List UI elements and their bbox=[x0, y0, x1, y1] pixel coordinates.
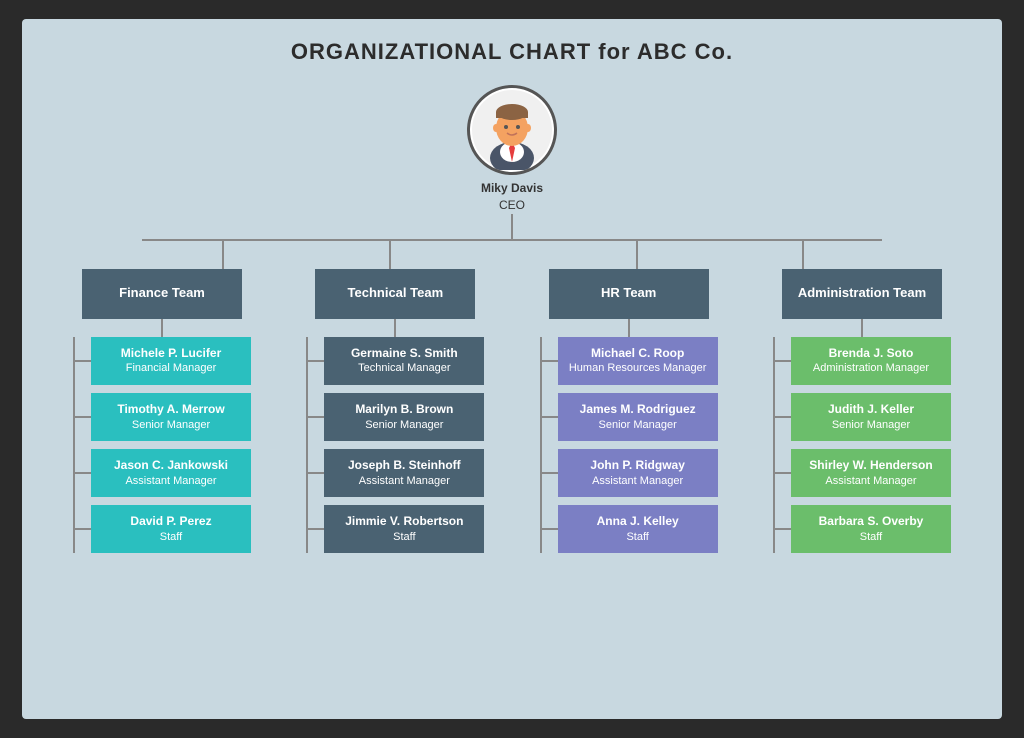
ceo-avatar bbox=[467, 85, 557, 175]
ceo-section: Miky Davis CEO bbox=[42, 85, 982, 214]
finance-row-0: Michele P. Lucifer Financial Manager bbox=[73, 337, 251, 385]
tech-card-2: Joseph B. Steinhoff Assistant Manager bbox=[324, 449, 484, 497]
drop-technical bbox=[389, 239, 391, 269]
admin-row-2: Shirley W. Henderson Assistant Manager bbox=[773, 449, 951, 497]
finance-lines: Michele P. Lucifer Financial Manager Tim… bbox=[73, 337, 251, 554]
technical-bracket: Germaine S. Smith Technical Manager Mari… bbox=[306, 337, 484, 554]
finance-bracket: Michele P. Lucifer Financial Manager Tim… bbox=[73, 337, 251, 554]
hr-card-3: Anna J. Kelley Staff bbox=[558, 505, 718, 553]
drop-hr bbox=[636, 239, 638, 269]
admin-card-1: Judith J. Keller Senior Manager bbox=[791, 393, 951, 441]
h-stub-1 bbox=[73, 416, 91, 418]
technical-team-header: Technical Team bbox=[315, 269, 475, 319]
hr-card-2: John P. Ridgway Assistant Manager bbox=[558, 449, 718, 497]
drop-admin bbox=[802, 239, 804, 269]
teams-row: Finance Team Michele P. Lucifer Financia… bbox=[42, 269, 982, 554]
admin-lines: Brenda J. Soto Administration Manager Ju… bbox=[773, 337, 951, 554]
tech-card-0: Germaine S. Smith Technical Manager bbox=[324, 337, 484, 385]
finance-card-2: Jason C. Jankowski Assistant Manager bbox=[91, 449, 251, 497]
finance-card-3: David P. Perez Staff bbox=[91, 505, 251, 553]
admin-top-stub bbox=[861, 319, 863, 337]
hr-row-3: Anna J. Kelley Staff bbox=[540, 505, 718, 553]
tech-top-stub bbox=[394, 319, 396, 337]
chart-container: ORGANIZATIONAL CHART for ABC Co. bbox=[22, 19, 1002, 719]
ceo-v-line bbox=[511, 214, 513, 239]
tech-row-0: Germaine S. Smith Technical Manager bbox=[306, 337, 484, 385]
hr-bracket: Michael C. Roop Human Resources Manager … bbox=[540, 337, 718, 554]
admin-bracket: Brenda J. Soto Administration Manager Ju… bbox=[773, 337, 951, 554]
ceo-info: Miky Davis CEO bbox=[481, 180, 543, 214]
h-stub-3 bbox=[73, 528, 91, 530]
hr-card-1: James M. Rodriguez Senior Manager bbox=[558, 393, 718, 441]
finance-top-stub bbox=[161, 319, 163, 337]
tech-row-3: Jimmie V. Robertson Staff bbox=[306, 505, 484, 553]
admin-row-0: Brenda J. Soto Administration Manager bbox=[773, 337, 951, 385]
hr-row-0: Michael C. Roop Human Resources Manager bbox=[540, 337, 718, 385]
hr-top-stub bbox=[628, 319, 630, 337]
h-stub-0 bbox=[73, 360, 91, 362]
finance-card-0: Michele P. Lucifer Financial Manager bbox=[91, 337, 251, 385]
tech-row-2: Joseph B. Steinhoff Assistant Manager bbox=[306, 449, 484, 497]
hr-team-col: HR Team Michael C. Roop Human Resources … bbox=[519, 269, 739, 554]
tech-row-1: Marilyn B. Brown Senior Manager bbox=[306, 393, 484, 441]
tech-lines: Germaine S. Smith Technical Manager Mari… bbox=[306, 337, 484, 554]
finance-row-2: Jason C. Jankowski Assistant Manager bbox=[73, 449, 251, 497]
h-stub-2 bbox=[73, 472, 91, 474]
tech-card-1: Marilyn B. Brown Senior Manager bbox=[324, 393, 484, 441]
finance-row-1: Timothy A. Merrow Senior Manager bbox=[73, 393, 251, 441]
admin-row-1: Judith J. Keller Senior Manager bbox=[773, 393, 951, 441]
finance-card-1: Timothy A. Merrow Senior Manager bbox=[91, 393, 251, 441]
admin-card-2: Shirley W. Henderson Assistant Manager bbox=[791, 449, 951, 497]
admin-card-0: Brenda J. Soto Administration Manager bbox=[791, 337, 951, 385]
admin-row-3: Barbara S. Overby Staff bbox=[773, 505, 951, 553]
ceo-connector bbox=[42, 214, 982, 241]
admin-team-header: Administration Team bbox=[782, 269, 942, 319]
technical-team-col: Technical Team Germaine S. Smith Technic… bbox=[285, 269, 505, 554]
finance-team-header: Finance Team bbox=[82, 269, 242, 319]
drop-finance bbox=[222, 239, 224, 269]
ceo-role: CEO bbox=[481, 197, 543, 214]
finance-bracket-seg-0 bbox=[73, 360, 91, 362]
hr-lines: Michael C. Roop Human Resources Manager … bbox=[540, 337, 718, 554]
admin-team-col: Administration Team Brenda J. Soto Admin… bbox=[752, 269, 972, 554]
ceo-h-line bbox=[142, 239, 882, 241]
ceo-name: Miky Davis bbox=[481, 180, 543, 197]
admin-card-3: Barbara S. Overby Staff bbox=[791, 505, 951, 553]
hr-team-header: HR Team bbox=[549, 269, 709, 319]
chart-title: ORGANIZATIONAL CHART for ABC Co. bbox=[42, 39, 982, 65]
ceo-avatar-icon bbox=[472, 90, 552, 170]
hr-row-1: James M. Rodriguez Senior Manager bbox=[540, 393, 718, 441]
finance-row-3: David P. Perez Staff bbox=[73, 505, 251, 553]
finance-team-col: Finance Team Michele P. Lucifer Financia… bbox=[52, 269, 272, 554]
tech-card-3: Jimmie V. Robertson Staff bbox=[324, 505, 484, 553]
hr-row-2: John P. Ridgway Assistant Manager bbox=[540, 449, 718, 497]
hr-card-0: Michael C. Roop Human Resources Manager bbox=[558, 337, 718, 385]
